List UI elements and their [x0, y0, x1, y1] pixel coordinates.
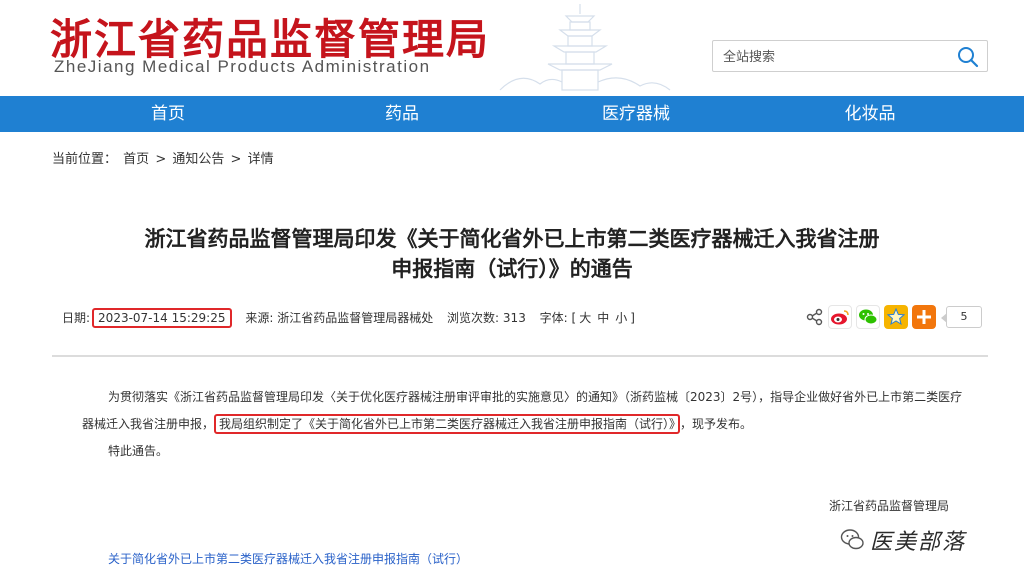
- article-title-line-2: 申报指南（试行）》的通告: [391, 257, 633, 281]
- more-share-plus-icon[interactable]: [912, 305, 936, 329]
- source-value: 浙江省药品监督管理局器械处: [277, 311, 434, 325]
- breadcrumb-notices[interactable]: 通知公告: [172, 152, 224, 167]
- pagoda-decoration-icon: [499, 4, 671, 91]
- search-input[interactable]: [723, 46, 943, 68]
- breadcrumb-detail: 详情: [247, 152, 274, 167]
- views-value: 313: [502, 311, 526, 325]
- nav-item-drugs[interactable]: 药品: [342, 96, 462, 132]
- font-size-control: 字体: [大中小]: [540, 311, 635, 325]
- article-paragraph-2: 特此通告。: [108, 444, 169, 458]
- weibo-icon[interactable]: [828, 305, 852, 329]
- nav-item-medical-devices[interactable]: 医疗器械: [576, 96, 696, 132]
- font-size-small[interactable]: 小: [615, 311, 627, 325]
- nav-item-home[interactable]: 首页: [108, 96, 228, 132]
- views-label: 浏览次数:: [447, 311, 500, 325]
- font-size-medium[interactable]: 中: [597, 311, 609, 325]
- article-paragraph-1-text-b: ，现予发布。: [680, 417, 753, 431]
- site-logo-en: ZheJiang Medical Products Administration: [54, 57, 431, 76]
- search-icon[interactable]: [957, 46, 979, 68]
- highlighted-text: 我局组织制定了《关于简化省外已上市第二类医疗器械迁入我省注册申报指南（试行）》: [214, 414, 681, 434]
- font-size-bracket-close: ]: [630, 311, 635, 325]
- site-header: 浙江省药品监督管理局 ZheJiang Medical Products Adm…: [0, 0, 1024, 96]
- main-nav: 首页 药品 医疗器械 化妆品: [0, 96, 1024, 132]
- share-bar: 5: [806, 303, 982, 331]
- breadcrumb-separator: >: [155, 152, 167, 167]
- attachment-link[interactable]: 关于简化省外已上市第二类医疗器械迁入我省注册申报指南（试行）: [108, 550, 468, 567]
- watermark-text: 医美部落: [870, 530, 967, 555]
- breadcrumb-separator: >: [230, 152, 242, 167]
- search-box: [712, 40, 988, 72]
- article-paragraph-1: 为贯彻落实《浙江省药品监督管理局印发〈关于优化医疗器械注册审评审批的实施意见〉的…: [82, 384, 972, 438]
- article-title-line-1: 浙江省药品监督管理局印发《关于简化省外已上市第二类医疗器械迁入我省注册: [144, 227, 880, 251]
- article-title: 浙江省药品监督管理局印发《关于简化省外已上市第二类医疗器械迁入我省注册 申报指南…: [40, 224, 984, 284]
- article-signature: 浙江省药品监督管理局: [829, 499, 950, 513]
- date-value: 2023-07-14 15:29:25: [92, 308, 232, 328]
- share-icon[interactable]: [806, 308, 824, 326]
- date-label: 日期:: [62, 311, 91, 325]
- source-label: 来源:: [245, 311, 274, 325]
- share-count-badge: 5: [941, 306, 982, 328]
- watermark: 医美部落: [840, 524, 966, 556]
- breadcrumb-home[interactable]: 首页: [123, 152, 149, 167]
- nav-item-cosmetics[interactable]: 化妆品: [810, 96, 930, 132]
- wechat-watermark-icon: [840, 529, 864, 550]
- divider: [52, 355, 988, 357]
- breadcrumb: 当前位置： 首页 > 通知公告 > 详情: [52, 148, 276, 167]
- qzone-star-icon[interactable]: [884, 305, 908, 329]
- font-size-label: 字体:: [539, 311, 568, 325]
- article-meta: 日期: 2023-07-14 15:29:25 来源: 浙江省药品监督管理局器械处…: [62, 308, 645, 328]
- wechat-icon[interactable]: [856, 305, 880, 329]
- font-size-bracket-open: [: [571, 311, 577, 325]
- article-body: 为贯彻落实《浙江省药品监督管理局印发〈关于优化医疗器械注册审评审批的实施意见〉的…: [82, 384, 972, 465]
- breadcrumb-prefix: 当前位置：: [52, 152, 118, 167]
- font-size-large[interactable]: 大: [579, 311, 591, 325]
